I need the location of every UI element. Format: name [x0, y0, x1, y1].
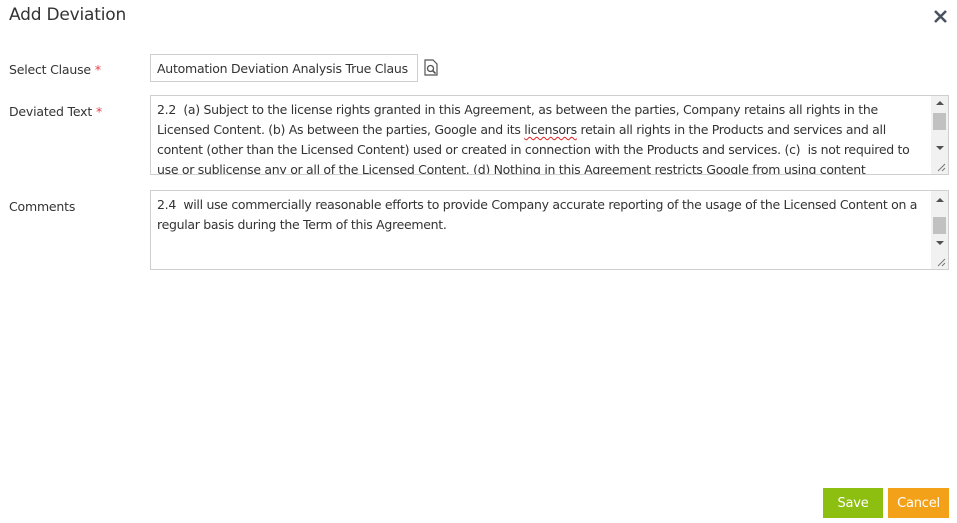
scroll-down-arrow-icon[interactable]	[931, 141, 948, 155]
clause-lookup-button[interactable]	[423, 59, 439, 77]
select-clause-label: Select Clause *	[9, 62, 101, 77]
required-marker: *	[94, 62, 101, 77]
resize-grip-icon	[937, 258, 946, 267]
scrollbar-thumb[interactable]	[933, 217, 946, 234]
dialog-title: Add Deviation	[9, 5, 127, 25]
misspelled-word: licensors	[524, 122, 577, 137]
resize-handle[interactable]	[931, 254, 948, 269]
save-button[interactable]: Save	[823, 488, 883, 518]
scroll-up-arrow-icon[interactable]	[931, 193, 948, 207]
comments-label: Comments	[9, 199, 76, 214]
close-button[interactable]	[929, 6, 951, 28]
select-clause-label-text: Select Clause	[9, 62, 91, 77]
comments-scrollbar[interactable]	[931, 191, 948, 254]
deviated-text-label-text: Deviated Text	[9, 104, 93, 119]
deviated-text-label: Deviated Text *	[9, 104, 102, 119]
resize-grip-icon	[937, 163, 946, 172]
document-search-icon	[424, 59, 438, 76]
cancel-button[interactable]: Cancel	[888, 488, 949, 518]
scroll-down-arrow-icon[interactable]	[931, 236, 948, 250]
comments-content: 2.4 will use commercially reasonable eff…	[157, 197, 921, 232]
resize-handle[interactable]	[931, 159, 948, 174]
deviated-text-scrollbar[interactable]	[931, 96, 948, 159]
comments-textarea[interactable]: 2.4 will use commercially reasonable eff…	[150, 190, 949, 270]
scrollbar-thumb[interactable]	[933, 113, 946, 130]
select-clause-input[interactable]: Automation Deviation Analysis True Claus	[150, 54, 418, 82]
required-marker: *	[96, 104, 103, 119]
close-icon	[934, 10, 947, 23]
deviated-text-textarea[interactable]: 2.2 (a) Subject to the license rights gr…	[150, 95, 949, 175]
scroll-up-arrow-icon[interactable]	[931, 96, 948, 110]
deviated-text-content: 2.2 (a) Subject to the license rights gr…	[157, 100, 926, 174]
